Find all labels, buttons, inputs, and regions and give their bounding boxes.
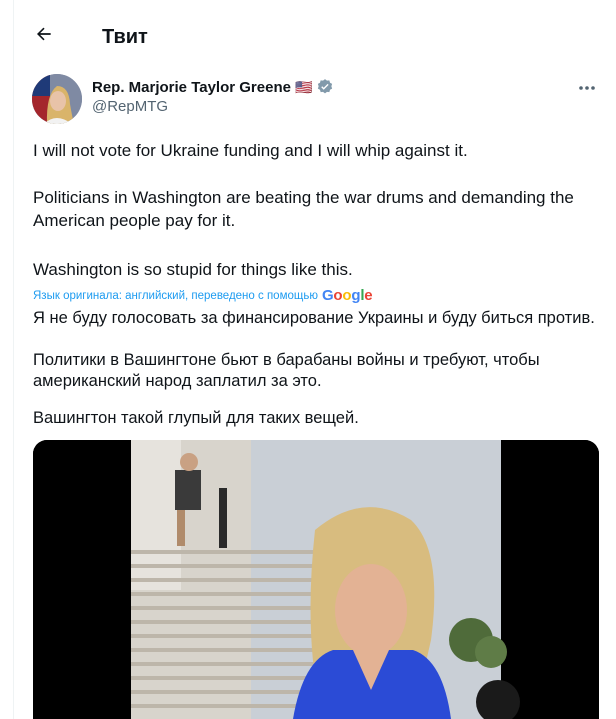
more-options-button[interactable] bbox=[572, 76, 602, 100]
tweet-text-line: American people pay for it. bbox=[33, 211, 236, 230]
page-title: Твит bbox=[102, 26, 148, 48]
translated-text-line: Вашингтон такой глупый для таких вещей. bbox=[33, 409, 359, 427]
tweet-text-line: I will not vote for Ukraine funding and … bbox=[33, 141, 468, 160]
flag-icon: 🇺🇸 bbox=[294, 78, 313, 95]
author-name-line[interactable]: Rep. Marjorie Taylor Greene 🇺🇸 bbox=[92, 78, 334, 96]
translation-attribution[interactable]: Язык оригинала: английский, переведено с… bbox=[33, 287, 373, 304]
column-border bbox=[13, 0, 14, 719]
tweet-text-line: Washington is so stupid for things like … bbox=[33, 260, 353, 279]
avatar[interactable] bbox=[32, 74, 82, 124]
more-horizontal-icon bbox=[579, 86, 595, 90]
arrow-left-icon bbox=[37, 27, 51, 41]
tweet-video[interactable] bbox=[33, 440, 599, 719]
translated-text-line: американский народ заплатил за это. bbox=[33, 372, 322, 390]
page-header: Твит bbox=[14, 0, 616, 72]
video-frame bbox=[33, 440, 599, 719]
translated-text-line: Я не буду голосовать за финансирование У… bbox=[33, 309, 595, 327]
tweet-text-line: Politicians in Washington are beating th… bbox=[33, 188, 574, 207]
translated-text-line: Политики в Вашингтоне бьют в барабаны во… bbox=[33, 351, 540, 369]
google-logo: Google bbox=[321, 287, 373, 304]
author-name[interactable]: Rep. Marjorie Taylor Greene bbox=[92, 79, 291, 96]
author-handle[interactable]: @RepMTG bbox=[92, 98, 168, 115]
tweet-author: Rep. Marjorie Taylor Greene 🇺🇸 @RepMTG bbox=[32, 74, 602, 126]
verified-badge-icon bbox=[318, 79, 333, 94]
translation-note: Язык оригинала: английский, переведено с… bbox=[33, 289, 318, 302]
back-button[interactable] bbox=[30, 20, 58, 48]
avatar-photo bbox=[32, 74, 82, 124]
